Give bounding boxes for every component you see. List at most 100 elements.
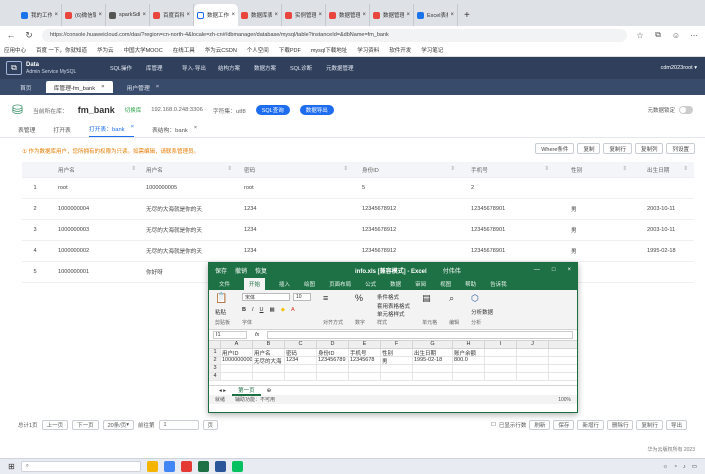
excel-cell[interactable]: 出生日期	[413, 349, 453, 356]
sort-icon[interactable]: ⇕	[227, 166, 232, 172]
url-bar[interactable]: https://console.huaweicloud.com/das/?reg…	[42, 28, 627, 42]
ribbon-tab[interactable]: 告诉我	[490, 280, 507, 288]
bookmark-item[interactable]: 华为云CSDN	[205, 46, 237, 54]
font-size-select[interactable]: 10	[293, 293, 312, 301]
bookmark-item[interactable]: 下载PDF	[279, 46, 301, 54]
table-cell[interactable]: 男	[555, 205, 633, 213]
table-cell[interactable]: 4	[22, 248, 48, 254]
table-cell[interactable]: 2003-10-11	[633, 227, 694, 233]
excel-column-header[interactable]: D	[317, 341, 349, 348]
extensions-icon[interactable]: ⧉	[653, 30, 663, 40]
switch-db-link[interactable]: 切换库	[125, 106, 142, 114]
analyze-data-button[interactable]: 分析数据	[471, 308, 493, 316]
border-icon[interactable]: ▦	[270, 307, 275, 313]
table-cell[interactable]: 12345678901	[461, 227, 555, 233]
bottom-action-button[interactable]: 保存	[553, 420, 575, 430]
italic-button[interactable]: I	[252, 307, 254, 313]
table-cell[interactable]: 1000000001	[48, 269, 142, 275]
bookmark-item[interactable]: 中国大学MOOC	[124, 46, 163, 54]
menu-icon[interactable]: ⋯	[689, 31, 699, 40]
app-logo[interactable]: ⧉ Data Admin Service MySQL	[0, 61, 110, 75]
top-menu-item[interactable]: SQL操作	[110, 64, 146, 72]
page-tab[interactable]: 首页	[12, 81, 40, 93]
table-cell[interactable]: 2	[22, 206, 48, 212]
close-icon[interactable]: ×	[274, 12, 278, 18]
volume-icon[interactable]: ♪	[683, 464, 686, 470]
table-cell[interactable]: 12345678912	[354, 248, 461, 254]
table-cell[interactable]: 1000000005	[142, 185, 238, 191]
excel-cell[interactable]	[285, 365, 317, 372]
excel-cell[interactable]: 无尽的大海	[253, 357, 285, 364]
ribbon-tab[interactable]: 开始	[244, 277, 266, 290]
page-tab[interactable]: 用户管理 ×	[119, 81, 168, 93]
conditional-format-button[interactable]: 条件格式	[377, 293, 399, 301]
sub-tab[interactable]: 表管理	[18, 125, 35, 137]
user-menu[interactable]: cdm2023root ▾	[661, 65, 705, 71]
excel-column-header[interactable]: C	[285, 341, 317, 348]
excel-cell[interactable]	[317, 365, 349, 372]
grid-action-button[interactable]: 列设置	[666, 143, 695, 154]
percent-icon[interactable]: %	[355, 293, 363, 303]
bottom-action-button[interactable]: 删除行	[606, 420, 634, 430]
lock-toggle[interactable]	[679, 106, 693, 114]
excel-column-header[interactable]: A	[221, 341, 253, 348]
wechat-icon[interactable]	[231, 461, 243, 472]
table-row[interactable]: 3 1000000003 无尽的大海就是你的天 1234 12345678912 1234…	[22, 220, 694, 241]
zoom-level[interactable]: 100%	[558, 397, 571, 403]
analyze-icon[interactable]: ⬡	[471, 293, 479, 304]
sort-icon[interactable]: ⇕	[131, 166, 136, 172]
explorer-icon[interactable]	[146, 461, 158, 472]
table-cell[interactable]: 12345678901	[461, 206, 555, 212]
font-name-select[interactable]: 宋体	[242, 293, 291, 301]
browser-tab[interactable]: 数据管理 ×	[370, 4, 414, 26]
excel-column-header[interactable]: F	[381, 341, 413, 348]
excel-column-header[interactable]	[209, 341, 221, 348]
ribbon-tab[interactable]: 公式	[365, 280, 376, 288]
table-cell[interactable]: 1234	[238, 227, 354, 233]
excel-cell[interactable]: 1995-02-18	[413, 357, 453, 364]
table-cell[interactable]: 2	[461, 185, 555, 191]
column-header[interactable]: 手机号 ⇕	[461, 166, 555, 174]
excel-cell[interactable]	[517, 349, 549, 356]
excel-cell[interactable]	[485, 365, 517, 372]
search-icon[interactable]: ⌕	[449, 293, 454, 304]
excel-cell[interactable]	[453, 365, 485, 372]
excel-cell[interactable]	[221, 373, 253, 380]
sort-icon[interactable]: ⇕	[683, 166, 688, 172]
next-page-button[interactable]: 下一页	[72, 420, 99, 430]
excel-cell[interactable]	[349, 373, 381, 380]
excel-cell[interactable]	[349, 365, 381, 372]
cell-style-button[interactable]: 单元格样式	[377, 310, 405, 318]
align-icon[interactable]: ≡	[323, 293, 328, 303]
table-row[interactable]: 4 1000000002 无尽的大海就是你的天 1234 12345678912 1234…	[22, 241, 694, 262]
table-cell[interactable]: 1000000004	[48, 206, 142, 212]
close-icon[interactable]: ×	[131, 124, 134, 133]
column-header[interactable]: 用户名 ⇕	[48, 166, 142, 174]
table-cell[interactable]: 12345678912	[354, 206, 461, 212]
bookmark-item[interactable]: 个人空间	[247, 46, 269, 54]
font-color-icon[interactable]: A	[291, 307, 295, 313]
table-row[interactable]: 1 root 1000000005 root 5 2	[22, 178, 694, 199]
bookmark-item[interactable]: 百度 一下，你就知道	[36, 46, 87, 54]
page-input[interactable]: 1	[158, 420, 199, 430]
table-cell[interactable]: 2003-10-11	[633, 206, 694, 212]
bottom-action-button[interactable]: 刷新	[529, 420, 551, 430]
browser-tab[interactable]: 我的工作台×	[18, 4, 62, 26]
sort-icon[interactable]: ⇕	[450, 166, 455, 172]
excel-cell[interactable]: 1000000000	[221, 357, 253, 364]
table-cell[interactable]: 1995-02-18	[633, 248, 694, 254]
table-cell[interactable]: 1234	[238, 206, 354, 212]
rowcount-checkbox[interactable]: ☐	[491, 422, 496, 428]
browser-tab[interactable]: 数据工作台×	[194, 4, 238, 26]
bottom-action-button[interactable]: 导出	[665, 420, 687, 430]
excel-cell[interactable]: 1234	[285, 357, 317, 364]
table-cell[interactable]: 1	[22, 185, 48, 191]
excel-cell[interactable]: 123456789	[317, 357, 349, 364]
windows-start-icon[interactable]: ⊞	[8, 462, 15, 471]
excel-cell[interactable]	[517, 357, 549, 364]
word-icon[interactable]	[214, 461, 226, 472]
sub-tab[interactable]: 打开表	[53, 125, 70, 137]
sql-query-button[interactable]: SQL查询	[255, 105, 290, 115]
top-menu-item[interactable]: 元数据管理	[326, 64, 362, 72]
table-row[interactable]: 2 1000000004 无尽的大海就是你的天 1234 12345678912 1234…	[22, 199, 694, 220]
